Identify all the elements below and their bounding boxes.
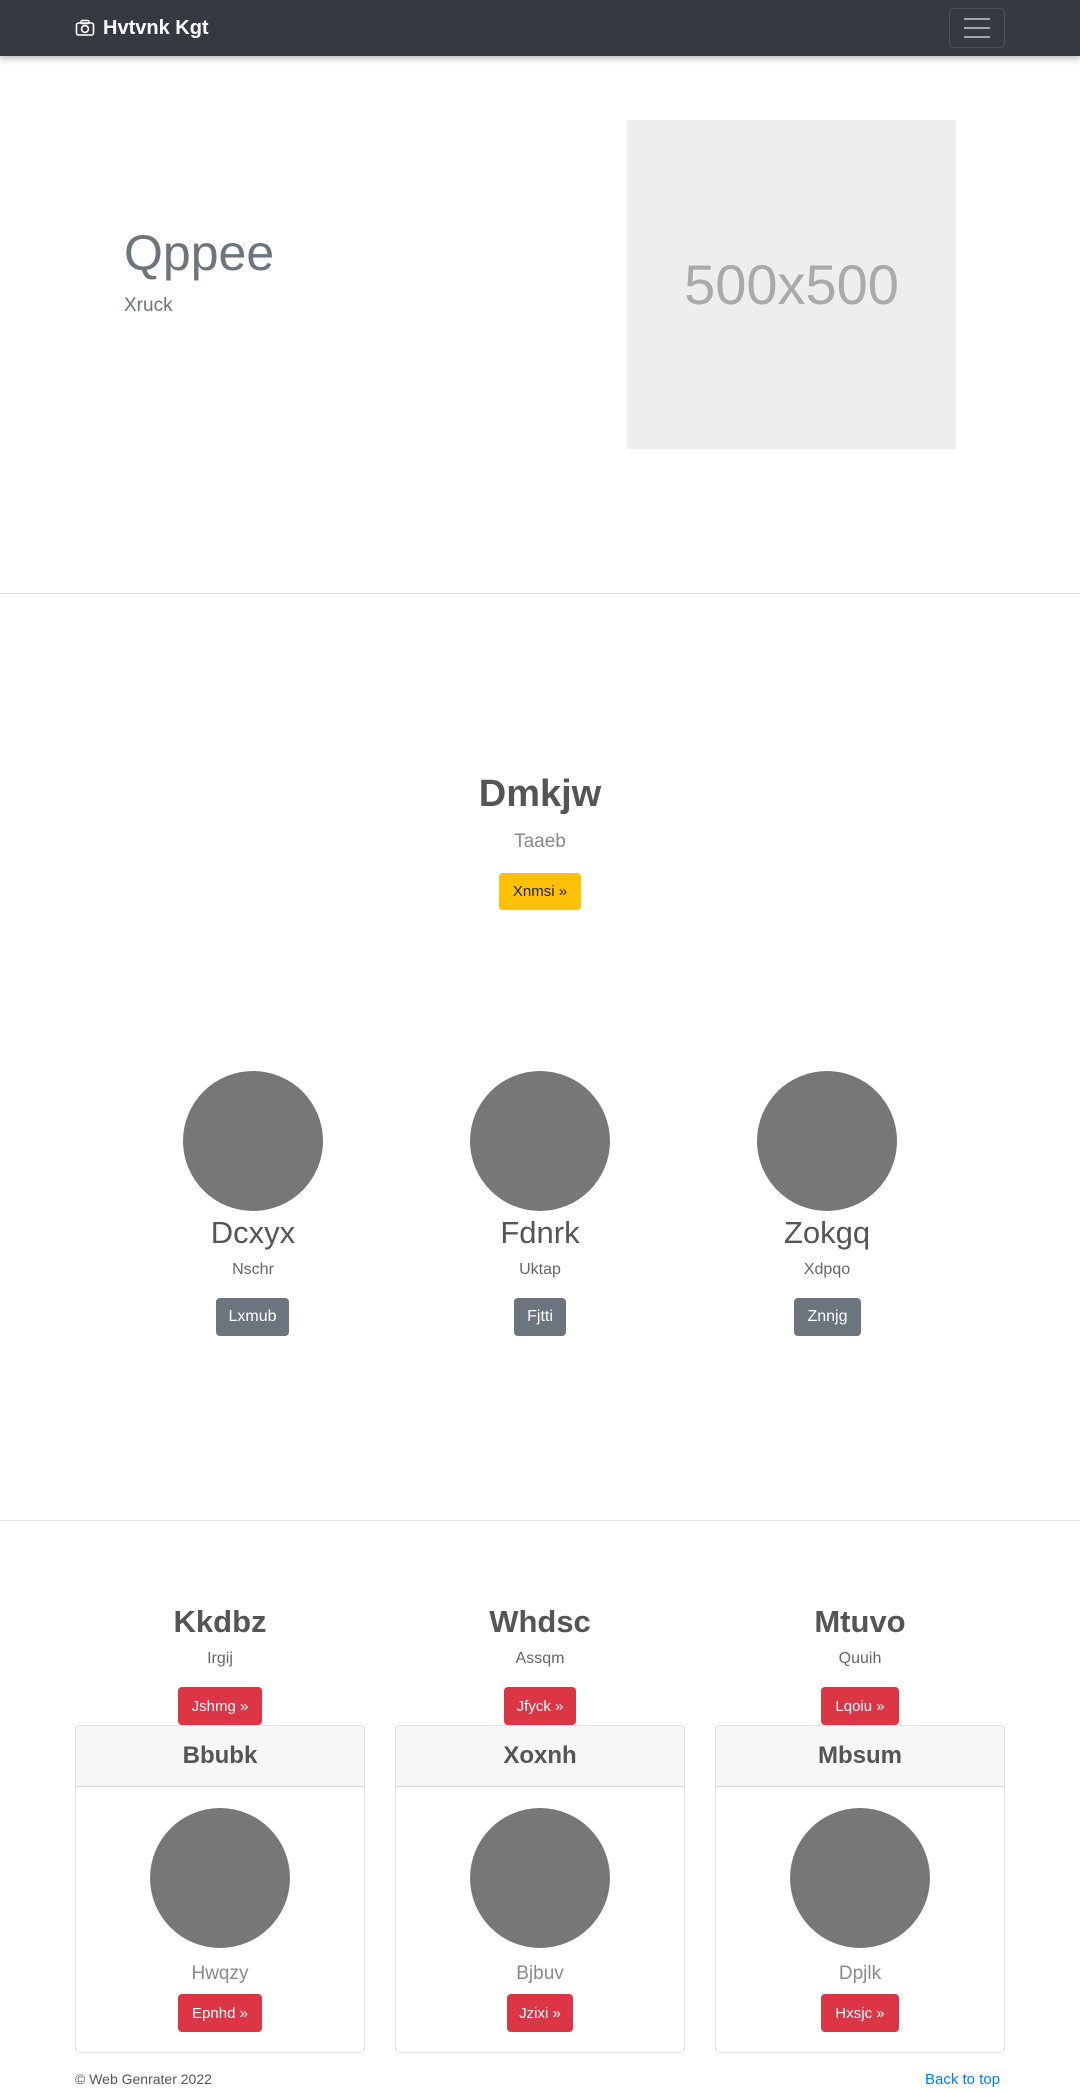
column-subtitle: Irgij bbox=[207, 1650, 233, 1667]
hamburger-icon bbox=[964, 18, 990, 20]
hero-placeholder-image: 500x500 bbox=[627, 120, 956, 449]
circle-title: Fdnrk bbox=[500, 1215, 580, 1250]
card: Xoxnh Bjbuv Jzixi » bbox=[395, 1725, 685, 2053]
circle-button[interactable]: Lxmub bbox=[216, 1298, 289, 1336]
column-button[interactable]: Lqoiu » bbox=[821, 1687, 899, 1725]
card-image bbox=[150, 1808, 290, 1948]
card: Bbubk Hwqzy Epnhd » bbox=[75, 1725, 365, 2053]
hero-title: Qppee bbox=[124, 225, 275, 281]
navbar-toggler-button[interactable] bbox=[949, 8, 1005, 48]
card-text: Dpjlk bbox=[838, 1963, 882, 1984]
section-divider bbox=[0, 593, 1080, 594]
feature-button[interactable]: Xnmsi » bbox=[499, 873, 581, 910]
circle-button[interactable]: Fjtti bbox=[514, 1298, 566, 1336]
card-button[interactable]: Epnhd » bbox=[178, 1994, 262, 2032]
feature-subtitle: Taaeb bbox=[514, 831, 566, 852]
circle-image bbox=[757, 1071, 897, 1211]
navbar-brand[interactable]: Hvtvnk Kgt bbox=[75, 0, 209, 56]
hero-subtitle: Xruck bbox=[124, 295, 173, 316]
circle-image bbox=[183, 1071, 323, 1211]
card-image bbox=[790, 1808, 930, 1948]
footer-copyright: © Web Genrater 2022 bbox=[75, 2071, 212, 2087]
card-button[interactable]: Hxsjc » bbox=[821, 1994, 899, 2032]
section-divider bbox=[0, 1520, 1080, 1521]
card-text: Hwqzy bbox=[191, 1963, 249, 1984]
back-to-top-link[interactable]: Back to top bbox=[925, 2071, 1000, 2088]
circle-title: Zokgq bbox=[783, 1215, 871, 1250]
circle-title: Dcxyx bbox=[210, 1215, 296, 1250]
circle-button[interactable]: Znnjg bbox=[794, 1298, 861, 1336]
circle-subtitle: Uktap bbox=[519, 1261, 561, 1278]
column-title: Whdsc bbox=[489, 1604, 591, 1639]
circle-subtitle: Nschr bbox=[232, 1261, 274, 1278]
card-button[interactable]: Jzixi » bbox=[507, 1994, 573, 2032]
circle-subtitle: Xdpqo bbox=[803, 1261, 851, 1278]
brand-text: Hvtvnk Kgt bbox=[103, 16, 209, 39]
card-text: Bjbuv bbox=[516, 1963, 564, 1984]
feature-title: Dmkjw bbox=[478, 773, 602, 815]
column-title: Kkdbz bbox=[173, 1604, 267, 1639]
card-header: Mbsum bbox=[716, 1726, 1004, 1787]
camera-icon bbox=[75, 19, 95, 36]
card-header: Xoxnh bbox=[396, 1726, 684, 1787]
column-subtitle: Quuih bbox=[838, 1650, 882, 1667]
column-title: Mtuvo bbox=[814, 1604, 906, 1639]
card-header: Bbubk bbox=[76, 1726, 364, 1787]
card-image bbox=[470, 1808, 610, 1948]
column-subtitle: Assqm bbox=[515, 1650, 565, 1667]
card: Mbsum Dpjlk Hxsjc » bbox=[715, 1725, 1005, 2053]
navbar: Hvtvnk Kgt bbox=[0, 0, 1080, 56]
column-button[interactable]: Jshmg » bbox=[178, 1687, 262, 1725]
column-button[interactable]: Jfyck » bbox=[504, 1687, 576, 1725]
circle-image bbox=[470, 1071, 610, 1211]
